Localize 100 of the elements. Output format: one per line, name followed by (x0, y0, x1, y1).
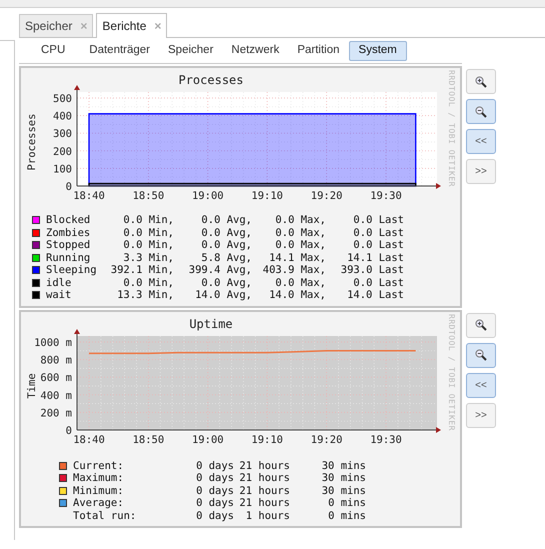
legend-value: 0.0 Last (352, 276, 404, 289)
legend-label: Stopped (46, 239, 92, 252)
y-axis-label: Time (26, 372, 38, 398)
legend-value: 0.0 Min, (122, 226, 174, 239)
zoom-out-icon (475, 106, 487, 118)
legend-value: 0 days (195, 510, 234, 522)
legend-label: Average: (73, 497, 125, 510)
page-button[interactable]: << (466, 372, 496, 398)
y-tick-label: 200 m (40, 406, 72, 419)
y-tick-label: 400 (53, 110, 72, 123)
legend-label: Sleeping (46, 264, 98, 276)
zoom-out-button[interactable] (466, 342, 496, 368)
x-tick-label: 19:00 (192, 190, 224, 202)
legend-value: 0.0 Avg, (200, 239, 252, 252)
legend-label: Maximum: (73, 472, 125, 484)
y-tick-label: 0 (66, 181, 72, 193)
x-tick-label: 18:40 (73, 434, 105, 446)
chart-title: Uptime (189, 316, 233, 330)
x-tick-label: 18:50 (132, 434, 164, 446)
x-tick-label: 19:20 (310, 434, 342, 446)
legend-value: 14.1 Last (346, 252, 404, 264)
legend-value: 14.1 Max, (268, 252, 326, 264)
zoom-out-button[interactable] (466, 99, 496, 124)
legend-label: Current: (73, 460, 125, 472)
legend-value: 21 hours (238, 497, 290, 510)
legend-value: 0 days (195, 484, 234, 497)
legend-value: 0 days (195, 472, 234, 484)
legend-label: Total run: (73, 510, 138, 522)
legend-value: 0 days (195, 497, 234, 510)
y-tick-label: 400 m (40, 389, 72, 402)
zoom-in-icon (475, 319, 487, 331)
zoom-out-icon (475, 349, 487, 361)
x-tick-label: 18:40 (73, 190, 105, 202)
legend-value: 0.0 Min, (122, 276, 174, 289)
watermark-text: RRDTOOL / TOBI OETIKER (446, 70, 457, 187)
chart-title: Processes (178, 73, 244, 87)
page-button[interactable]: >> (466, 402, 496, 428)
legend-value: 13.3 Min, (116, 289, 174, 302)
watermark-text: RRDTOOL / TOBI OETIKER (446, 314, 457, 430)
legend-value: 3.3 Min, (122, 252, 174, 264)
y-tick-label: 0 (66, 424, 72, 436)
subtab[interactable]: Speicher (159, 40, 222, 60)
legend-value: 0.0 Last (352, 226, 404, 239)
legend-value: 0.0 Max, (274, 214, 326, 226)
y-axis-label: Processes (26, 114, 38, 170)
legend-label: wait (46, 289, 72, 302)
legend-value: 14.0 Last (346, 289, 404, 302)
legend-value: 1 hours (244, 510, 290, 522)
x-tick-label: 18:50 (132, 190, 164, 202)
legend-value: 403.9 Max, (262, 264, 326, 276)
legend-value: 21 hours (238, 460, 290, 472)
legend-label: Running (46, 252, 92, 264)
legend-value: 0.0 Max, (274, 226, 326, 239)
subtab[interactable]: Datenträger (80, 40, 160, 60)
x-tick-label: 19:10 (251, 190, 283, 202)
zoom-in-icon (475, 76, 487, 88)
legend-label: Blocked (46, 214, 92, 226)
legend-value: 14.0 Avg, (194, 289, 252, 302)
tab[interactable]: Berichte × (96, 13, 168, 38)
subtab[interactable]: CPU (32, 40, 80, 60)
legend-value: 5.8 Avg, (200, 252, 252, 264)
legend-value: 30 mins (320, 460, 366, 472)
tab[interactable]: Speicher × (19, 14, 94, 37)
page-button[interactable]: >> (466, 159, 496, 184)
legend-value: 0 mins (327, 497, 366, 510)
legend-value: 0 mins (327, 510, 366, 522)
legend-value: 30 mins (320, 484, 366, 497)
legend-value: 0.0 Min, (122, 214, 174, 226)
legend-value: 0.0 Last (352, 214, 404, 226)
y-tick-label: 300 (53, 128, 72, 140)
legend-value: 0 days (195, 460, 234, 472)
legend-value: 393.0 Last (340, 264, 404, 276)
legend-value: 30 mins (320, 472, 366, 484)
page-button[interactable]: << (466, 129, 496, 154)
y-tick-label: 1000 m (34, 336, 72, 348)
legend-value: 14.0 Max, (268, 289, 326, 302)
legend-value: 21 hours (238, 472, 290, 484)
x-tick-label: 19:30 (370, 434, 402, 446)
legend-value: 0.0 Avg, (200, 276, 252, 289)
y-tick-label: 100 (53, 163, 72, 176)
legend-value: 0.0 Min, (122, 239, 174, 252)
legend-value: 0.0 Max, (274, 276, 326, 289)
legend-label: Zombies (46, 226, 92, 239)
subtab[interactable]: Netzwerk (222, 40, 288, 60)
y-tick-label: 200 (53, 146, 72, 158)
x-tick-label: 19:00 (192, 434, 224, 446)
zoom-in-button[interactable] (466, 69, 496, 94)
y-tick-label: 600 m (40, 372, 72, 384)
legend-value: 21 hours (238, 484, 290, 497)
legend-value: 0.0 Max, (274, 239, 326, 252)
legend-label: idle (46, 276, 72, 289)
y-tick-label: 800 m (40, 354, 72, 366)
subtab[interactable]: System (348, 40, 407, 60)
y-tick-label: 500 (53, 93, 72, 105)
legend-label: Minimum: (73, 484, 125, 497)
subtab[interactable]: Partition (288, 40, 349, 60)
x-tick-label: 19:30 (370, 190, 402, 202)
legend-value: 399.4 Avg, (188, 264, 252, 276)
zoom-in-button[interactable] (466, 312, 496, 338)
legend-value: 392.1 Min, (110, 264, 174, 276)
